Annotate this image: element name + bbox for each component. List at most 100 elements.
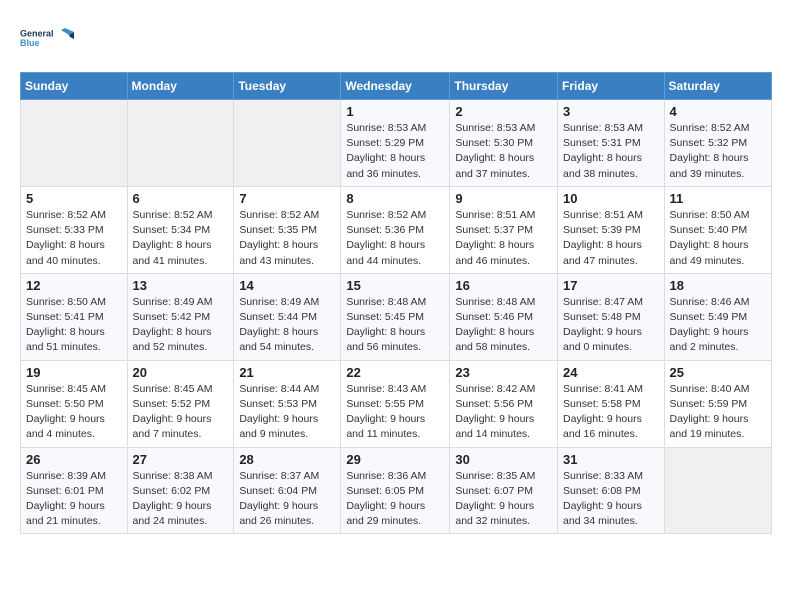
day-header-thursday: Thursday — [450, 73, 558, 100]
calendar-cell: 10 Sunrise: 8:51 AM Sunset: 5:39 PM Dayli… — [558, 186, 665, 273]
week-row-1: 1 Sunrise: 8:53 AM Sunset: 5:29 PM Daylig… — [21, 100, 772, 187]
calendar-cell: 19 Sunrise: 8:45 AM Sunset: 5:50 PM Dayli… — [21, 360, 128, 447]
calendar-table: SundayMondayTuesdayWednesdayThursdayFrid… — [20, 72, 772, 534]
day-number: 1 — [346, 104, 444, 119]
svg-text:General: General — [20, 29, 54, 39]
calendar-cell: 5 Sunrise: 8:52 AM Sunset: 5:33 PM Daylig… — [21, 186, 128, 273]
logo: General Blue — [20, 16, 75, 60]
calendar-cell: 27 Sunrise: 8:38 AM Sunset: 6:02 PM Dayli… — [127, 447, 234, 534]
calendar-cell: 7Sunrise: 8:52 AM Sunset: 5:35 PM Daylig… — [234, 186, 341, 273]
day-info: Sunrise: 8:50 AM Sunset: 5:40 PM Dayligh… — [670, 208, 766, 269]
day-number: 13 — [133, 278, 229, 293]
calendar-cell: 29Sunrise: 8:36 AM Sunset: 6:05 PM Dayli… — [341, 447, 450, 534]
calendar-cell: 23 Sunrise: 8:42 AM Sunset: 5:56 PM Dayli… — [450, 360, 558, 447]
day-header-wednesday: Wednesday — [341, 73, 450, 100]
day-info: Sunrise: 8:44 AM Sunset: 5:53 PM Dayligh… — [239, 382, 335, 443]
day-number: 9 — [455, 191, 552, 206]
day-info: Sunrise: 8:45 AM Sunset: 5:50 PM Dayligh… — [26, 382, 122, 443]
day-number: 19 — [26, 365, 122, 380]
day-info: Sunrise: 8:52 AM Sunset: 5:35 PM Dayligh… — [239, 208, 335, 269]
calendar-cell: 13 Sunrise: 8:49 AM Sunset: 5:42 PM Dayli… — [127, 273, 234, 360]
day-info: Sunrise: 8:46 AM Sunset: 5:49 PM Dayligh… — [670, 295, 766, 356]
calendar-cell: 14 Sunrise: 8:49 AM Sunset: 5:44 PM Dayli… — [234, 273, 341, 360]
day-info: Sunrise: 8:38 AM Sunset: 6:02 PM Dayligh… — [133, 469, 229, 530]
week-row-5: 26 Sunrise: 8:39 AM Sunset: 6:01 PM Dayli… — [21, 447, 772, 534]
day-number: 24 — [563, 365, 659, 380]
day-info: Sunrise: 8:48 AM Sunset: 5:45 PM Dayligh… — [346, 295, 444, 356]
day-number: 26 — [26, 452, 122, 467]
calendar-cell: 25Sunrise: 8:40 AM Sunset: 5:59 PM Dayli… — [664, 360, 771, 447]
day-info: Sunrise: 8:43 AM Sunset: 5:55 PM Dayligh… — [346, 382, 444, 443]
day-header-monday: Monday — [127, 73, 234, 100]
day-info: Sunrise: 8:53 AM Sunset: 5:30 PM Dayligh… — [455, 121, 552, 182]
day-header-saturday: Saturday — [664, 73, 771, 100]
day-number: 3 — [563, 104, 659, 119]
day-number: 21 — [239, 365, 335, 380]
day-number: 31 — [563, 452, 659, 467]
logo-icon: General Blue — [20, 16, 75, 60]
calendar-cell: 30Sunrise: 8:35 AM Sunset: 6:07 PM Dayli… — [450, 447, 558, 534]
week-row-4: 19 Sunrise: 8:45 AM Sunset: 5:50 PM Dayli… — [21, 360, 772, 447]
calendar-header-row: SundayMondayTuesdayWednesdayThursdayFrid… — [21, 73, 772, 100]
day-number: 2 — [455, 104, 552, 119]
day-info: Sunrise: 8:49 AM Sunset: 5:42 PM Dayligh… — [133, 295, 229, 356]
header: General Blue — [20, 16, 772, 60]
day-number: 17 — [563, 278, 659, 293]
week-row-2: 5 Sunrise: 8:52 AM Sunset: 5:33 PM Daylig… — [21, 186, 772, 273]
day-info: Sunrise: 8:52 AM Sunset: 5:36 PM Dayligh… — [346, 208, 444, 269]
day-info: Sunrise: 8:51 AM Sunset: 5:37 PM Dayligh… — [455, 208, 552, 269]
page-container: General Blue SundayMondayTuesdayWednesda… — [0, 0, 792, 550]
day-number: 27 — [133, 452, 229, 467]
calendar-cell: 17 Sunrise: 8:47 AM Sunset: 5:48 PM Dayli… — [558, 273, 665, 360]
week-row-3: 12 Sunrise: 8:50 AM Sunset: 5:41 PM Dayli… — [21, 273, 772, 360]
day-number: 12 — [26, 278, 122, 293]
calendar-cell — [21, 100, 128, 187]
day-number: 22 — [346, 365, 444, 380]
day-info: Sunrise: 8:52 AM Sunset: 5:32 PM Dayligh… — [670, 121, 766, 182]
calendar-cell — [234, 100, 341, 187]
day-number: 11 — [670, 191, 766, 206]
day-info: Sunrise: 8:50 AM Sunset: 5:41 PM Dayligh… — [26, 295, 122, 356]
calendar-cell: 12 Sunrise: 8:50 AM Sunset: 5:41 PM Dayli… — [21, 273, 128, 360]
day-info: Sunrise: 8:41 AM Sunset: 5:58 PM Dayligh… — [563, 382, 659, 443]
day-number: 14 — [239, 278, 335, 293]
calendar-cell — [664, 447, 771, 534]
day-number: 20 — [133, 365, 229, 380]
day-info: Sunrise: 8:48 AM Sunset: 5:46 PM Dayligh… — [455, 295, 552, 356]
day-number: 23 — [455, 365, 552, 380]
day-info: Sunrise: 8:39 AM Sunset: 6:01 PM Dayligh… — [26, 469, 122, 530]
calendar-cell — [127, 100, 234, 187]
day-header-sunday: Sunday — [21, 73, 128, 100]
day-info: Sunrise: 8:53 AM Sunset: 5:31 PM Dayligh… — [563, 121, 659, 182]
day-info: Sunrise: 8:45 AM Sunset: 5:52 PM Dayligh… — [133, 382, 229, 443]
day-info: Sunrise: 8:52 AM Sunset: 5:34 PM Dayligh… — [133, 208, 229, 269]
day-info: Sunrise: 8:51 AM Sunset: 5:39 PM Dayligh… — [563, 208, 659, 269]
calendar-cell: 18 Sunrise: 8:46 AM Sunset: 5:49 PM Dayli… — [664, 273, 771, 360]
calendar-cell: 20 Sunrise: 8:45 AM Sunset: 5:52 PM Dayli… — [127, 360, 234, 447]
day-number: 5 — [26, 191, 122, 206]
day-header-tuesday: Tuesday — [234, 73, 341, 100]
day-number: 16 — [455, 278, 552, 293]
day-info: Sunrise: 8:42 AM Sunset: 5:56 PM Dayligh… — [455, 382, 552, 443]
day-info: Sunrise: 8:33 AM Sunset: 6:08 PM Dayligh… — [563, 469, 659, 530]
day-number: 6 — [133, 191, 229, 206]
calendar-cell: 4 Sunrise: 8:52 AM Sunset: 5:32 PM Daylig… — [664, 100, 771, 187]
calendar-cell: 8Sunrise: 8:52 AM Sunset: 5:36 PM Daylig… — [341, 186, 450, 273]
day-number: 4 — [670, 104, 766, 119]
day-number: 28 — [239, 452, 335, 467]
day-number: 10 — [563, 191, 659, 206]
calendar-cell: 24 Sunrise: 8:41 AM Sunset: 5:58 PM Dayli… — [558, 360, 665, 447]
day-info: Sunrise: 8:47 AM Sunset: 5:48 PM Dayligh… — [563, 295, 659, 356]
day-info: Sunrise: 8:53 AM Sunset: 5:29 PM Dayligh… — [346, 121, 444, 182]
svg-text:Blue: Blue — [20, 38, 40, 48]
calendar-cell: 11 Sunrise: 8:50 AM Sunset: 5:40 PM Dayli… — [664, 186, 771, 273]
day-info: Sunrise: 8:37 AM Sunset: 6:04 PM Dayligh… — [239, 469, 335, 530]
day-number: 18 — [670, 278, 766, 293]
day-info: Sunrise: 8:52 AM Sunset: 5:33 PM Dayligh… — [26, 208, 122, 269]
calendar-cell: 3 Sunrise: 8:53 AM Sunset: 5:31 PM Daylig… — [558, 100, 665, 187]
calendar-cell: 9 Sunrise: 8:51 AM Sunset: 5:37 PM Daylig… — [450, 186, 558, 273]
day-number: 25 — [670, 365, 766, 380]
day-number: 30 — [455, 452, 552, 467]
day-info: Sunrise: 8:49 AM Sunset: 5:44 PM Dayligh… — [239, 295, 335, 356]
calendar-cell: 16 Sunrise: 8:48 AM Sunset: 5:46 PM Dayli… — [450, 273, 558, 360]
